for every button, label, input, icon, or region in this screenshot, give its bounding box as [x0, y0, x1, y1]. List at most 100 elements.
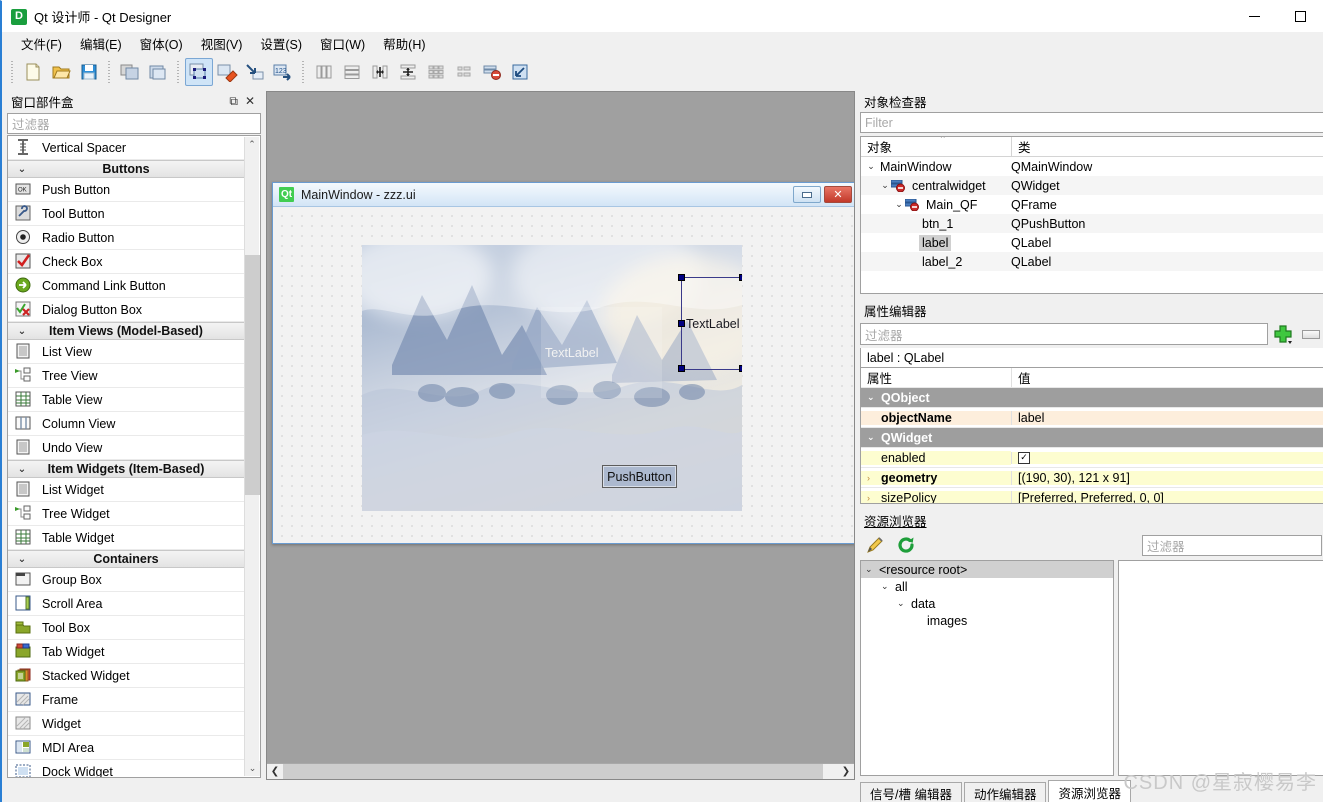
- property-row[interactable]: › geometry [(190, 30), 121 x 91]: [861, 468, 1323, 488]
- text-label-1[interactable]: TextLabel: [541, 307, 662, 398]
- toolbar-grip-4[interactable]: [301, 60, 306, 83]
- scroll-left-icon[interactable]: ❮: [267, 764, 283, 779]
- widget-category-item-views-model-based[interactable]: ⌄ Item Views (Model-Based): [8, 322, 244, 340]
- chevron-down-icon[interactable]: ⌄: [867, 392, 881, 403]
- chevron-down-icon[interactable]: ⌄: [879, 180, 891, 191]
- widget-category-containers[interactable]: ⌄ Containers: [8, 550, 244, 568]
- adjust-size-button[interactable]: [506, 58, 534, 86]
- canvas-scroll-track[interactable]: [283, 764, 838, 779]
- scroll-up-icon[interactable]: ⌃: [245, 137, 259, 152]
- edit-resources-button[interactable]: [860, 535, 890, 555]
- object-inspector-tree[interactable]: 对象 ⌃ 类 ⌄ MainWindow QMainWindow ⌄ centralwid…: [860, 136, 1323, 294]
- selection-handle-middle-left[interactable]: [678, 320, 685, 327]
- resource-preview-pane[interactable]: [1118, 560, 1323, 776]
- widget-item-group-box[interactable]: Group Box: [8, 568, 244, 592]
- property-value-cell[interactable]: label: [1011, 410, 1323, 425]
- canvas-horizontal-scrollbar[interactable]: ❮ ❯: [267, 763, 854, 779]
- widget-box-scrollbar[interactable]: ⌃ ⌄: [244, 137, 260, 776]
- widget-item-mdi-area[interactable]: MDI Area: [8, 736, 244, 760]
- layout-grid-button[interactable]: [422, 58, 450, 86]
- form-window[interactable]: Qt MainWindow - zzz.ui ✕ TextLabel TextL…: [272, 182, 854, 544]
- paste-button[interactable]: [144, 58, 172, 86]
- reload-resources-button[interactable]: [890, 535, 922, 555]
- minimize-button[interactable]: [1231, 1, 1277, 32]
- object-inspector-row[interactable]: label QLabel: [861, 233, 1323, 252]
- column-header-class[interactable]: 类: [1011, 137, 1323, 156]
- push-button-widget[interactable]: PushButton: [602, 465, 677, 488]
- edit-tab-order-button[interactable]: 123: [269, 58, 297, 86]
- scroll-right-icon[interactable]: ❯: [838, 764, 854, 779]
- menu-form[interactable]: 窗体(O): [131, 32, 192, 55]
- toolbar-grip-2[interactable]: [107, 60, 112, 83]
- copy-button[interactable]: [116, 58, 144, 86]
- property-row[interactable]: › sizePolicy [Preferred, Preferred, 0, 0]: [861, 488, 1323, 503]
- widget-item-tab-widget[interactable]: Tab Widget: [8, 640, 244, 664]
- widget-box-list[interactable]: Vertical Spacer ⌄ Buttons OK Push Button Tool…: [7, 135, 261, 778]
- property-row[interactable]: objectName label: [861, 408, 1323, 428]
- menu-window[interactable]: 窗口(W): [311, 32, 374, 55]
- property-group-row[interactable]: ⌄ QWidget: [861, 428, 1323, 448]
- layout-splitter-horizontal-button[interactable]: [366, 58, 394, 86]
- object-inspector-row[interactable]: btn_1 QPushButton: [861, 214, 1323, 233]
- widget-item-frame[interactable]: Frame: [8, 688, 244, 712]
- object-inspector-row[interactable]: label_2 QLabel: [861, 252, 1323, 271]
- widget-item-dialog-button-box[interactable]: Dialog Button Box: [8, 298, 244, 322]
- widget-item-vertical-spacer[interactable]: Vertical Spacer: [8, 136, 244, 160]
- maximize-button[interactable]: [1277, 1, 1323, 32]
- widget-item-check-box[interactable]: Check Box: [8, 250, 244, 274]
- new-file-button[interactable]: [19, 58, 47, 86]
- column-header-object[interactable]: 对象 ⌃: [861, 137, 1011, 156]
- resource-tree-row[interactable]: images: [861, 612, 1113, 629]
- widget-item-tree-view[interactable]: Tree View: [8, 364, 244, 388]
- widget-item-stacked-widget[interactable]: Stacked Widget: [8, 664, 244, 688]
- open-file-button[interactable]: [47, 58, 75, 86]
- chevron-down-icon[interactable]: ⌄: [881, 581, 895, 592]
- chevron-down-icon[interactable]: ⌄: [867, 432, 881, 443]
- undock-icon[interactable]: ⧉: [229, 94, 238, 109]
- text-label-2-selected[interactable]: TextLabel: [681, 277, 742, 370]
- resource-tree-row[interactable]: ⌄ data: [861, 595, 1113, 612]
- widget-item-dock-widget[interactable]: Dock Widget: [8, 760, 244, 777]
- scrollbar-thumb[interactable]: [245, 255, 260, 495]
- toolbar-grip[interactable]: [10, 60, 15, 83]
- property-value-cell[interactable]: [Preferred, Preferred, 0, 0]: [1011, 490, 1323, 503]
- add-property-button[interactable]: [1268, 323, 1298, 345]
- widget-item-widget[interactable]: Widget: [8, 712, 244, 736]
- edit-signals-slots-button[interactable]: [213, 58, 241, 86]
- form-close-button[interactable]: ✕: [824, 186, 852, 203]
- form-editor-viewport[interactable]: Qt MainWindow - zzz.ui ✕ TextLabel TextL…: [267, 92, 854, 763]
- chevron-right-icon[interactable]: ›: [867, 473, 881, 483]
- selection-handle-top-left[interactable]: [678, 274, 685, 281]
- property-value-cell[interactable]: [(190, 30), 121 x 91]: [1011, 470, 1323, 485]
- chevron-down-icon[interactable]: ⌄: [865, 161, 877, 172]
- menu-settings[interactable]: 设置(S): [251, 32, 311, 55]
- widget-item-tree-widget[interactable]: Tree Widget: [8, 502, 244, 526]
- scroll-down-icon[interactable]: ⌄: [245, 761, 260, 776]
- widget-item-table-widget[interactable]: Table Widget: [8, 526, 244, 550]
- resource-tree-row[interactable]: ⌄ <resource root>: [861, 561, 1113, 578]
- property-editor-filter-input[interactable]: 过滤器: [860, 323, 1268, 345]
- menu-edit[interactable]: 编辑(E): [71, 32, 131, 55]
- selection-handle-top-center[interactable]: [739, 274, 742, 281]
- tab-action-editor[interactable]: 动作编辑器: [963, 782, 1047, 802]
- widget-category-item-widgets-item-based[interactable]: ⌄ Item Widgets (Item-Based): [8, 460, 244, 478]
- widget-item-list-view[interactable]: List View: [8, 340, 244, 364]
- layout-form-button[interactable]: [450, 58, 478, 86]
- widget-item-table-view[interactable]: Table View: [8, 388, 244, 412]
- widget-item-undo-view[interactable]: Undo View: [8, 436, 244, 460]
- widget-item-column-view[interactable]: Column View: [8, 412, 244, 436]
- toolbar-grip-3[interactable]: [176, 60, 181, 83]
- object-inspector-row[interactable]: ⌄ Main_QF QFrame: [861, 195, 1323, 214]
- resource-tree-row[interactable]: ⌄ all: [861, 578, 1113, 595]
- chevron-down-icon[interactable]: ⌄: [897, 598, 911, 609]
- edit-buddies-button[interactable]: [241, 58, 269, 86]
- property-group-row[interactable]: ⌄ QObject: [861, 388, 1323, 408]
- widget-item-radio-button[interactable]: Radio Button: [8, 226, 244, 250]
- property-row[interactable]: enabled ✓: [861, 448, 1323, 468]
- object-inspector-filter-input[interactable]: Filter: [860, 112, 1323, 133]
- save-button[interactable]: [75, 58, 103, 86]
- object-inspector-row[interactable]: ⌄ centralwidget QWidget: [861, 176, 1323, 195]
- widget-item-tool-button[interactable]: Tool Button: [8, 202, 244, 226]
- chevron-down-icon[interactable]: ⌄: [865, 564, 879, 575]
- property-config-button[interactable]: [1298, 329, 1323, 339]
